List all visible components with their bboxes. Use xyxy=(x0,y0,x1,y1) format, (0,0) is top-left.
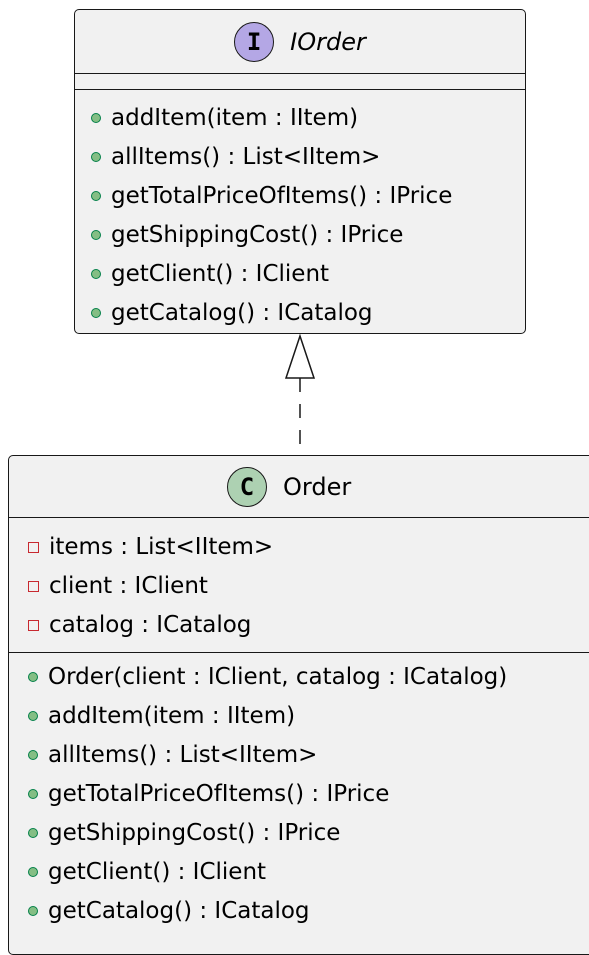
interface-method: allItems() : List<IItem> xyxy=(75,140,525,174)
private-visibility-icon xyxy=(28,541,39,553)
interface-name: IOrder xyxy=(290,28,366,56)
interface-stereotype-icon: I xyxy=(234,22,275,62)
public-visibility-icon xyxy=(91,269,101,279)
public-visibility-icon xyxy=(28,906,38,916)
class-order[interactable]: C Order items : List<IItem> client : ICl… xyxy=(8,455,589,955)
class-method: getClient() : IClient xyxy=(9,855,589,889)
interface-method: getCatalog() : ICatalog xyxy=(75,296,525,330)
realization-arrowhead xyxy=(284,333,316,379)
interface-iorder[interactable]: I IOrder addItem(item : IItem) allItems(… xyxy=(74,9,526,334)
class-method: addItem(item : IItem) xyxy=(9,699,589,733)
public-visibility-icon xyxy=(28,789,38,799)
method-separator xyxy=(75,89,525,90)
public-visibility-icon xyxy=(28,672,38,682)
public-visibility-icon xyxy=(28,750,38,760)
class-method: getCatalog() : ICatalog xyxy=(9,894,589,928)
public-visibility-icon xyxy=(91,152,101,162)
interface-method: addItem(item : IItem) xyxy=(75,101,525,135)
class-method: Order(client : IClient, catalog : ICatal… xyxy=(9,660,589,694)
class-header: C Order xyxy=(9,456,589,518)
method-separator xyxy=(9,652,589,653)
interface-method: getShippingCost() : IPrice xyxy=(75,218,525,252)
interface-header: I IOrder xyxy=(75,10,525,74)
class-name: Order xyxy=(283,473,352,501)
interface-method: getClient() : IClient xyxy=(75,257,525,291)
class-field: items : List<IItem> xyxy=(9,530,589,564)
class-stereotype-icon: C xyxy=(227,467,267,507)
private-visibility-icon xyxy=(28,619,39,631)
class-method: getShippingCost() : IPrice xyxy=(9,816,589,850)
attribute-separator xyxy=(9,517,589,518)
interface-method: getTotalPriceOfItems() : IPrice xyxy=(75,179,525,213)
public-visibility-icon xyxy=(91,191,101,201)
public-visibility-icon xyxy=(28,867,38,877)
public-visibility-icon xyxy=(91,230,101,240)
public-visibility-icon xyxy=(28,711,38,721)
class-field: catalog : ICatalog xyxy=(9,608,589,642)
class-field: client : IClient xyxy=(9,569,589,603)
public-visibility-icon xyxy=(28,828,38,838)
public-visibility-icon xyxy=(91,308,101,318)
public-visibility-icon xyxy=(91,113,101,123)
private-visibility-icon xyxy=(28,580,39,592)
attribute-separator xyxy=(75,73,525,74)
class-method: getTotalPriceOfItems() : IPrice xyxy=(9,777,589,811)
class-method: allItems() : List<IItem> xyxy=(9,738,589,772)
